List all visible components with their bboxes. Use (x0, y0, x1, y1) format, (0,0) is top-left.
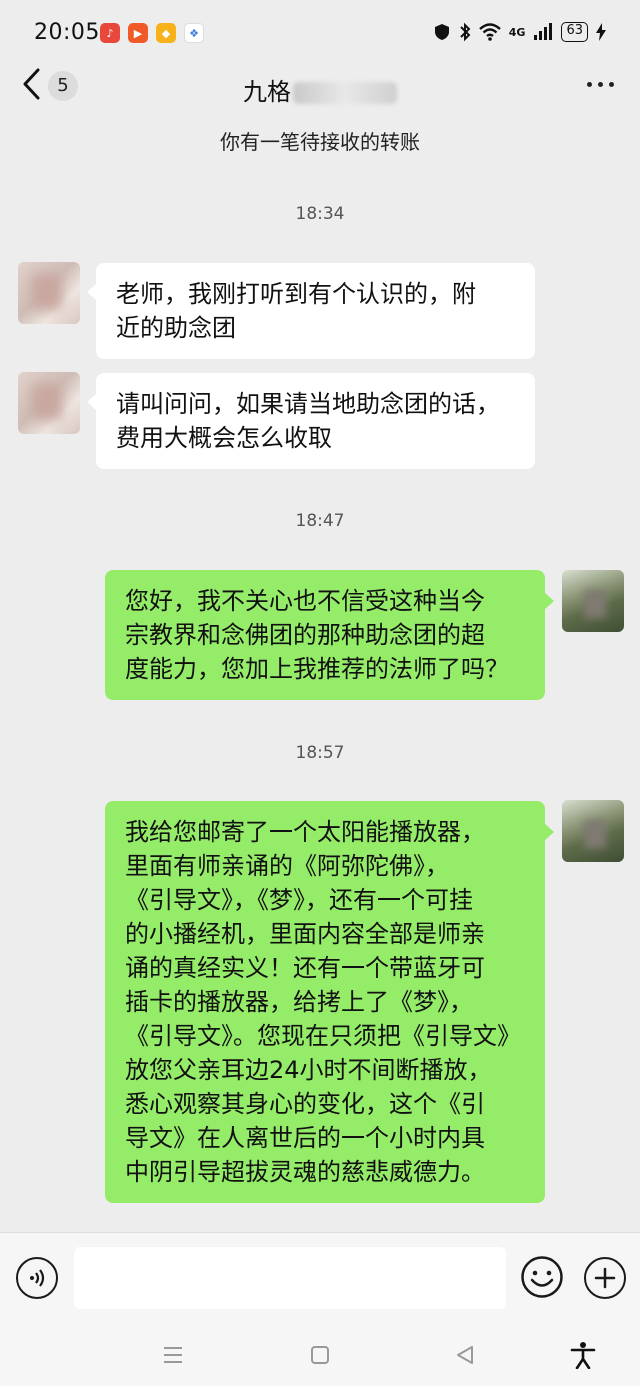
triangle-back-icon (457, 1346, 473, 1364)
received-message-bubble[interactable]: 请叫问问，如果请当地助念团的话， 费用大概会怎么收取 (87, 373, 535, 469)
my-avatar[interactable] (562, 800, 624, 862)
message-timestamp: 18:57 (295, 743, 345, 763)
transfer-notice[interactable]: 你有一笔待接收的转账 (0, 126, 640, 155)
message-input[interactable] (74, 1247, 506, 1309)
square-icon (311, 1346, 329, 1364)
sent-message-bubble[interactable]: 我给您邮寄了一个太阳能播放器， 里面有师亲诵的《阿弥陀佛》， 《引导文》，《梦》… (105, 801, 554, 1203)
received-message-bubble[interactable]: 老师，我刚打听到有个认识的，附 近的助念团 (87, 263, 535, 359)
my-avatar[interactable] (562, 570, 624, 632)
plus-icon (594, 1267, 616, 1289)
more-dot-icon (598, 82, 603, 87)
contact-avatar[interactable] (18, 372, 80, 434)
battery-icon: 63 (561, 22, 588, 42)
vpn-icon (434, 24, 449, 40)
smiley-icon (521, 1256, 563, 1298)
bluetooth-icon (460, 22, 471, 42)
notification-icons: ♪ ▶ ◆ ❖ (100, 23, 204, 43)
status-time: 20:05 (34, 20, 100, 45)
message-timestamp: 18:47 (295, 511, 345, 531)
message-timestamp: 18:34 (295, 204, 345, 224)
redacted-title-blur (293, 82, 397, 104)
more-dot-icon (587, 82, 592, 87)
back-nav-button[interactable] (450, 1340, 480, 1370)
emoji-button[interactable] (520, 1255, 564, 1299)
more-options-button[interactable] (587, 82, 614, 87)
chat-title-text: 九格 (243, 78, 291, 106)
chat-title: 九格 (0, 72, 640, 107)
chat-input-bar (0, 1232, 640, 1324)
network-type: 4G (508, 25, 526, 39)
cloud-app-icon: ❖ (184, 23, 204, 43)
accessibility-button[interactable] (568, 1340, 598, 1370)
voice-input-button[interactable] (16, 1257, 58, 1299)
system-icons: 4G 63 (433, 22, 606, 42)
more-dot-icon (609, 82, 614, 87)
charging-icon (596, 23, 606, 41)
add-button[interactable] (584, 1257, 626, 1299)
contact-avatar[interactable] (18, 262, 80, 324)
accessibility-icon (570, 1342, 596, 1369)
recent-apps-button[interactable] (158, 1340, 188, 1370)
shopping-app-icon: ◆ (156, 23, 176, 43)
video-app-icon: ▶ (128, 23, 148, 43)
status-bar: 20:05 ♪ ▶ ◆ ❖ 4G 63 (0, 0, 640, 64)
home-button[interactable] (305, 1340, 335, 1370)
system-navigation-bar (0, 1324, 640, 1386)
sent-message-bubble[interactable]: 您好，我不关心也不信受这种当今 宗教界和念佛团的那种助念团的超 度能力，您加上我… (105, 570, 554, 700)
music-app-icon: ♪ (100, 23, 120, 43)
voice-icon (30, 1269, 45, 1287)
signal-icon (534, 23, 553, 40)
menu-lines-icon (164, 1347, 182, 1363)
wifi-icon (478, 23, 501, 41)
